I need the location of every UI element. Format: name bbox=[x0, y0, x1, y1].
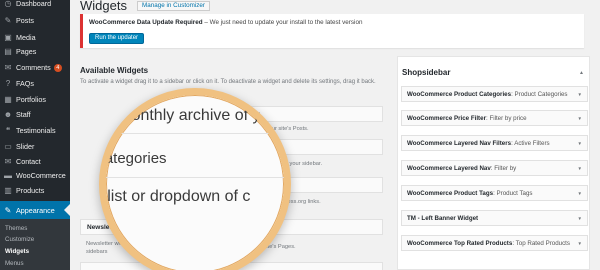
menu-item-label: Dashboard bbox=[16, 0, 52, 8]
slider-icon: ▭ bbox=[4, 141, 12, 151]
sidebar-title: Shopsidebar bbox=[402, 68, 451, 77]
widget-name: WooCommerce Top Rated Products bbox=[407, 240, 513, 247]
paintbrush-icon: ✎ bbox=[4, 205, 12, 215]
magnified-categories-description: A list or dropdown of c bbox=[99, 188, 251, 205]
expand-arrow-icon[interactable]: ▼ bbox=[578, 241, 582, 246]
available-widgets-description: To activate a widget drag it to a sideba… bbox=[80, 79, 376, 85]
magnifier-overlay: A monthly archive of yo Categories A lis… bbox=[99, 88, 291, 270]
expand-arrow-icon[interactable]: ▼ bbox=[578, 191, 582, 196]
main-content: Widgets Manage in Customizer WooCommerce… bbox=[70, 0, 600, 270]
notice-message: – We just need to update your install to… bbox=[202, 19, 363, 26]
menu-item-label: Portfolios bbox=[16, 95, 46, 104]
menu-item-appearance[interactable]: ✎ Appearance bbox=[0, 201, 70, 220]
sidebar-widget[interactable]: WooCommerce Product Tags: Product Tags ▼ bbox=[401, 185, 588, 201]
manage-in-customizer-button[interactable]: Manage in Customizer bbox=[137, 1, 210, 11]
expand-arrow-icon[interactable]: ▼ bbox=[578, 116, 582, 121]
widget-name: WooCommerce Layered Nav bbox=[407, 165, 491, 172]
sidebar-widget[interactable]: WooCommerce Top Rated Products: Top Rate… bbox=[401, 235, 588, 251]
shopsidebar-panel: Shopsidebar ▲ WooCommerce Product Catego… bbox=[397, 56, 590, 270]
sidebar-widget[interactable]: TM - Left Banner Widget ▼ bbox=[401, 210, 588, 226]
menu-item-label: Appearance bbox=[16, 206, 55, 215]
staff-icon: ☻ bbox=[3, 109, 13, 119]
menu-item-label: Media bbox=[16, 33, 36, 42]
submenu-item-themes[interactable]: Themes bbox=[5, 225, 27, 232]
menu-item-label: Testimonials bbox=[16, 126, 56, 135]
expand-arrow-icon[interactable]: ▼ bbox=[578, 141, 582, 146]
widget-title: Top Rated Products bbox=[515, 240, 570, 247]
appearance-submenu: Themes Customize Widgets Menus bbox=[0, 219, 70, 270]
collapse-arrow-icon[interactable]: ▲ bbox=[579, 70, 584, 76]
menu-item-label: Posts bbox=[16, 16, 34, 25]
woocommerce-icon: ▬ bbox=[4, 170, 12, 180]
widget-title: Product Categories bbox=[514, 91, 568, 98]
menu-item-label: Comments bbox=[16, 63, 51, 72]
pushpin-icon: ✎ bbox=[4, 15, 12, 25]
submenu-item-widgets[interactable]: Widgets bbox=[5, 248, 29, 255]
magnified-divider bbox=[106, 177, 284, 178]
update-notice: WooCommerce Data Update Required – We ju… bbox=[80, 14, 584, 48]
admin-sidebar: ◷ Dashboard ✎ Posts ▣ Media ▤ Pages ✉ Comment… bbox=[0, 0, 70, 270]
portfolio-icon: ▦ bbox=[4, 94, 12, 104]
submenu-item-menus[interactable]: Menus bbox=[5, 260, 24, 267]
run-updater-button[interactable]: Run the updater bbox=[89, 33, 145, 44]
contact-icon: ✉ bbox=[4, 156, 12, 166]
menu-item-label: Products bbox=[16, 186, 45, 195]
widget-title: Product Tags bbox=[496, 190, 533, 197]
widget-name: TM - Left Banner Widget bbox=[407, 215, 479, 222]
widget-title: Filter by bbox=[494, 165, 517, 172]
menu-item-products[interactable]: ▥ Products bbox=[0, 181, 70, 200]
menu-item-label: FAQs bbox=[16, 79, 34, 88]
expand-arrow-icon[interactable]: ▼ bbox=[578, 216, 582, 221]
widget-name: WooCommerce Price Filter bbox=[407, 115, 486, 122]
widget-name: WooCommerce Product Categories bbox=[407, 91, 512, 98]
page-icon: ▤ bbox=[4, 46, 12, 56]
comment-icon: ✉ bbox=[4, 62, 12, 72]
sidebar-widget[interactable]: WooCommerce Price Filter: Filter by pric… bbox=[401, 110, 588, 126]
available-widgets-heading: Available Widgets bbox=[80, 66, 149, 75]
menu-item-label: Staff bbox=[16, 110, 31, 119]
sidebar-widget[interactable]: WooCommerce Layered Nav: Filter by ▼ bbox=[401, 160, 588, 176]
magnified-categories-title: Categories bbox=[99, 150, 167, 167]
dashboard-icon: ◷ bbox=[4, 0, 12, 8]
page-title: Widgets bbox=[80, 0, 127, 13]
testimonial-icon: ❝ bbox=[5, 125, 11, 135]
products-icon: ▥ bbox=[4, 185, 12, 195]
sidebar-widget[interactable]: WooCommerce Layered Nav Filters: Active … bbox=[401, 135, 588, 151]
menu-item-label: Pages bbox=[16, 47, 37, 56]
notice-text: WooCommerce Data Update Required – We ju… bbox=[89, 19, 362, 26]
menu-item-label: Slider bbox=[16, 142, 35, 151]
expand-arrow-icon[interactable]: ▼ bbox=[578, 166, 582, 171]
magnified-divider bbox=[106, 133, 284, 134]
widget-title: Filter by price bbox=[489, 115, 527, 122]
widget-title: Active Filters bbox=[514, 140, 550, 147]
magnified-archives-description: A monthly archive of yo bbox=[104, 107, 270, 124]
menu-item-label: Contact bbox=[16, 157, 41, 166]
notice-title: WooCommerce Data Update Required bbox=[89, 19, 203, 26]
widget-name: WooCommerce Product Tags bbox=[407, 190, 494, 197]
menu-item-label: WooCommerce bbox=[16, 171, 66, 180]
comment-count-badge: 4 bbox=[53, 63, 62, 72]
faq-icon: ? bbox=[5, 78, 11, 88]
expand-arrow-icon[interactable]: ▼ bbox=[578, 92, 582, 97]
sidebar-widget[interactable]: WooCommerce Product Categories: Product … bbox=[401, 86, 588, 102]
submenu-item-customize[interactable]: Customize bbox=[5, 236, 34, 243]
widget-name: WooCommerce Layered Nav Filters bbox=[407, 140, 512, 147]
media-icon: ▣ bbox=[4, 32, 12, 42]
